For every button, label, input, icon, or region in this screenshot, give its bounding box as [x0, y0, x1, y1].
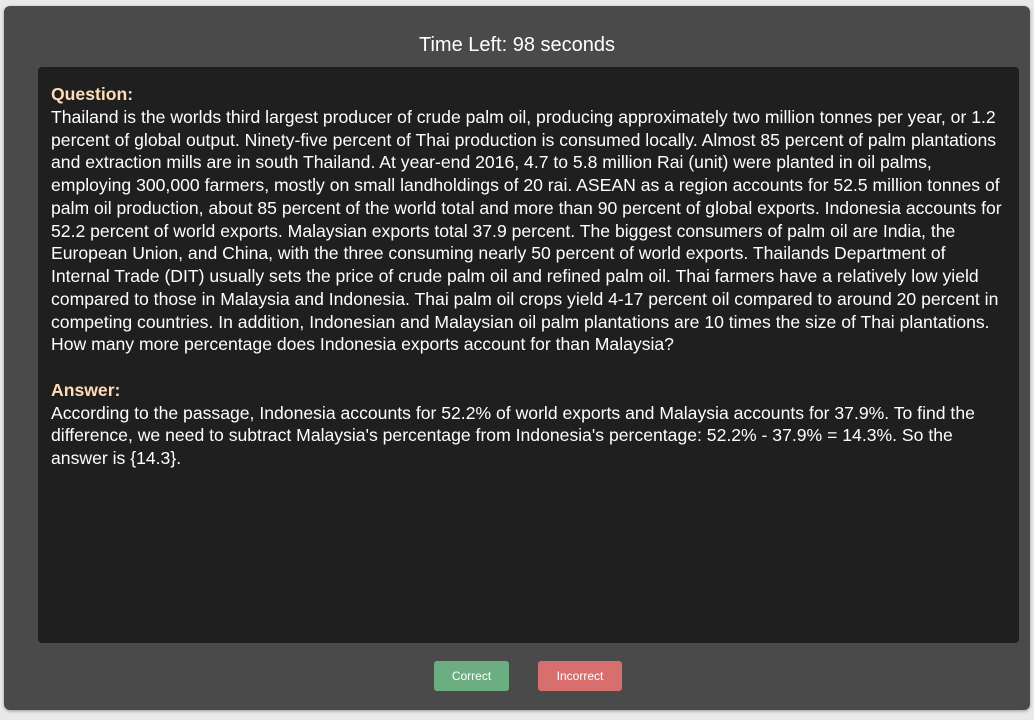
- grading-buttons: Correct Incorrect: [4, 661, 1030, 691]
- answer-text: According to the passage, Indonesia acco…: [51, 402, 975, 469]
- answer-heading: Answer:: [51, 379, 121, 400]
- question-heading: Question:: [51, 84, 134, 104]
- correct-button[interactable]: Correct: [434, 661, 509, 691]
- qa-content: Question: Thailand is the worlds third l…: [51, 83, 1009, 470]
- qa-panel: Question: Thailand is the worlds third l…: [38, 67, 1019, 643]
- question-text: Thailand is the worlds third largest pro…: [51, 106, 1002, 355]
- grading-window: Time Left: 98 seconds Question: Thailand…: [4, 6, 1030, 710]
- time-left-label: Time Left: 98 seconds: [418, 34, 616, 56]
- incorrect-button[interactable]: Incorrect: [538, 661, 622, 691]
